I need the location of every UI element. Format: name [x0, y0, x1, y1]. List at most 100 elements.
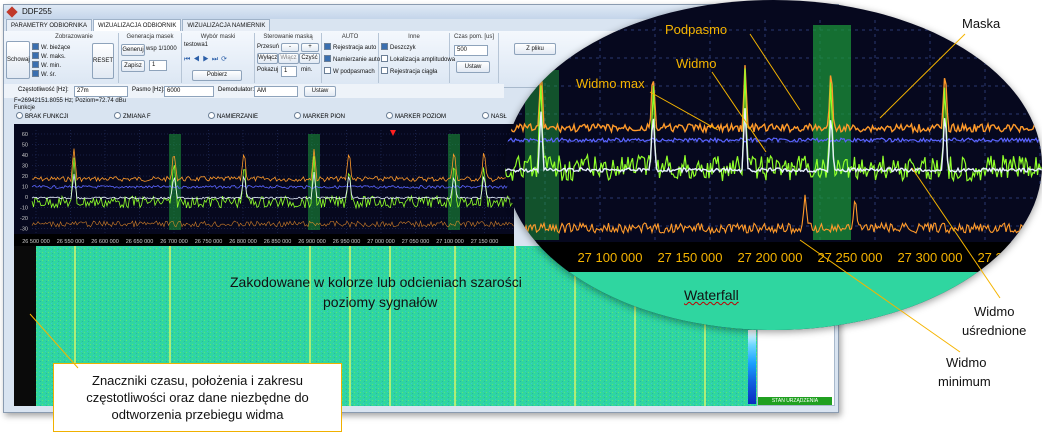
czas-ustaw-button[interactable]: Ustaw	[456, 61, 490, 73]
measurement-info: F=26942151.8055 Hz; Poziom=72.74 dBu Fun…	[14, 98, 126, 112]
annotation-widmo-usrednione-2: uśrednione	[962, 323, 1027, 338]
frequency-axis: 26 500 000 26 550 000 26 600 000 26 650 000…	[14, 234, 514, 246]
checkbox-namierzanie-auto[interactable]: Namierzanie auto	[324, 55, 380, 64]
spectrum-plot[interactable]: 60 50 40 30 20 10 0 -10 -20 -30	[14, 124, 514, 234]
checkbox-w-maks[interactable]: W. maks.	[32, 52, 66, 61]
annotation-waterfall: Waterfall	[684, 287, 739, 303]
x-tick-label: 27 050 000	[402, 239, 430, 245]
label-podpasmo: Podpasmo	[665, 22, 728, 37]
x-tick-label: 26 750 000	[195, 239, 223, 245]
radio-namierzanie[interactable]: NAMIERZANIE	[208, 112, 258, 121]
freq-ustaw-button[interactable]: Ustaw	[304, 86, 336, 97]
shift-minus-button[interactable]: -	[281, 43, 299, 52]
y-tick-label: 40	[22, 153, 28, 159]
x-tick-label: 26 550 000	[57, 239, 85, 245]
schowaj-button[interactable]: Schowaj	[6, 41, 30, 79]
group-header: Sterowanie maską	[263, 34, 313, 40]
checkbox-w-sr[interactable]: W. śr.	[32, 70, 56, 79]
spin-input[interactable]: 1	[149, 60, 167, 71]
x-tick-label: 27 150 000	[471, 239, 499, 245]
zoom-svg: 27 100 000 27 150 000 27 200 000 27 250 000…	[505, 20, 1042, 330]
measurement-line: F=26942151.8055 Hz; Poziom=72.74 dBu	[14, 98, 127, 104]
czestotliwosc-input[interactable]: 27m	[74, 86, 128, 97]
group-header: Inne	[408, 34, 420, 40]
annotation-maska: Maska	[962, 16, 1001, 31]
group-auto: AUTO Rejestracja auto Namierzanie auto W…	[322, 33, 380, 83]
wlacz-button[interactable]: Włącz	[278, 53, 299, 64]
x-tick-label: 26 850 000	[264, 239, 292, 245]
trace-widmo	[31, 156, 514, 210]
reset-button[interactable]: RESET	[92, 43, 114, 79]
wylacz-button[interactable]: Wyłącz	[257, 53, 278, 64]
y-tick-label: 30	[22, 164, 28, 170]
waterfall-signal-line	[389, 246, 391, 406]
marker-triangle-icon[interactable]	[390, 130, 396, 136]
checkbox-w-podpasmach[interactable]: W podpasmach	[324, 67, 375, 76]
trace-widmo-max	[31, 148, 514, 183]
waterfall-signal-line	[514, 246, 516, 406]
czestotliwosc-label: Częstotliwość [Hz]:	[18, 87, 69, 93]
group-czas: Czas pom. [us] 500 Ustaw	[450, 33, 499, 83]
zoom-x-tick-label: 27 350 000	[977, 250, 1042, 265]
group-zobrazowanie: Zobrazowanie W. bieżące W. maks. W. min.…	[30, 33, 119, 83]
y-tick-label: -20	[20, 216, 28, 222]
czysc-button[interactable]: Czyść	[299, 53, 320, 64]
function-selector: BRAK FUNKCJI ZMIANA F NAMIERZANIE MARKER…	[14, 112, 534, 120]
checkbox-rejestracja-ciagla[interactable]: Rejestracja ciągła	[381, 67, 437, 76]
subband-3	[448, 134, 460, 230]
play-icon[interactable]: ▶	[203, 56, 212, 63]
mask-name: testowa1	[184, 42, 209, 48]
zoom-x-tick-label: 27 150 000	[657, 250, 722, 265]
waterfall-signal-line	[454, 246, 456, 406]
group-header: Generacja masek	[126, 34, 174, 40]
y-tick-label: 20	[22, 174, 28, 180]
tab-parametry[interactable]: PARAMETRY ODBIORNIKA	[6, 19, 93, 31]
demodulator-select[interactable]: AM	[254, 86, 298, 97]
radio-marker-poziom[interactable]: MARKER POZIOM	[386, 112, 446, 121]
pasmo-select[interactable]: 6000	[164, 86, 214, 97]
subband-2	[308, 134, 320, 230]
x-tick-label: 26 700 000	[160, 239, 188, 245]
zoom-trace-mask	[505, 136, 1042, 144]
shift-plus-button[interactable]: +	[301, 43, 319, 52]
app-icon	[6, 6, 18, 18]
checkbox-deszczyk[interactable]: Deszczyk	[381, 43, 416, 52]
funkcje-label: Funkcje	[14, 105, 36, 111]
zoom-x-tick-label: 27 200 000	[737, 250, 802, 265]
playback-controls[interactable]: ⏮◀▶⏭⟳	[184, 55, 230, 64]
radio-nasl[interactable]: NASŁ	[482, 112, 507, 121]
color-scale-bar	[748, 330, 756, 404]
refresh-icon[interactable]: ⟳	[221, 56, 230, 63]
checkbox-lokalizacja[interactable]: Lokalizacja amplitudowa	[381, 55, 455, 64]
first-icon[interactable]: ⏮	[184, 56, 193, 63]
prev-icon[interactable]: ◀	[193, 56, 202, 63]
radio-marker-pion[interactable]: MARKER PION	[294, 112, 345, 121]
group-header: AUTO	[341, 34, 359, 40]
zapisz-button[interactable]: Zapisz	[121, 60, 145, 72]
tab-wizualizacja-namiernik[interactable]: WIZUALIZACJA NAMIERNIK	[182, 19, 271, 31]
zoom-x-tick-label: 27 250 000	[817, 250, 882, 265]
x-tick-label: 26 650 000	[126, 239, 154, 245]
checkbox-rejestracja-auto[interactable]: Rejestracja auto	[324, 43, 376, 52]
waterfall-signal-line	[349, 246, 351, 406]
x-tick-label: 26 950 000	[333, 239, 361, 245]
y-tick-label: -30	[20, 227, 28, 233]
group-inne: Inne Deszczyk Lokalizacja amplitudowa Re…	[379, 33, 455, 83]
annotation-zakodowane-1: Zakodowane w kolorze lub odcieniach szar…	[230, 274, 522, 290]
next-icon[interactable]: ⏭	[212, 56, 221, 63]
czas-input[interactable]: 500	[454, 45, 488, 56]
checkbox-w-biezace[interactable]: W. bieżące	[32, 43, 70, 52]
checkbox-w-min[interactable]: W. min.	[32, 61, 61, 70]
radio-zmiana-f[interactable]: ZMIANA F	[114, 112, 151, 121]
annotation-znaczniki-1: Znaczniki czasu, położenia i zakresu	[92, 373, 303, 388]
z-pliku-button[interactable]: Z pliku	[514, 43, 556, 55]
radio-brak-funkcji[interactable]: BRAK FUNKCJI	[16, 112, 68, 121]
stan-urzadzenia-indicator: STAN URZĄDZENIA	[758, 397, 832, 405]
pokazuj-input[interactable]: 1	[281, 66, 297, 77]
x-tick-label: 27 100 000	[436, 239, 464, 245]
tab-wizualizacja-odbiornik[interactable]: WIZUALIZACJA ODBIORNIK	[93, 19, 182, 31]
generuj-button[interactable]: Generuj	[121, 44, 145, 56]
annotation-znaczniki-3: odtworzenia przebiegu widma	[111, 407, 284, 422]
pobierz-button[interactable]: Pobierz	[192, 70, 242, 81]
y-tick-label: 60	[22, 132, 28, 138]
